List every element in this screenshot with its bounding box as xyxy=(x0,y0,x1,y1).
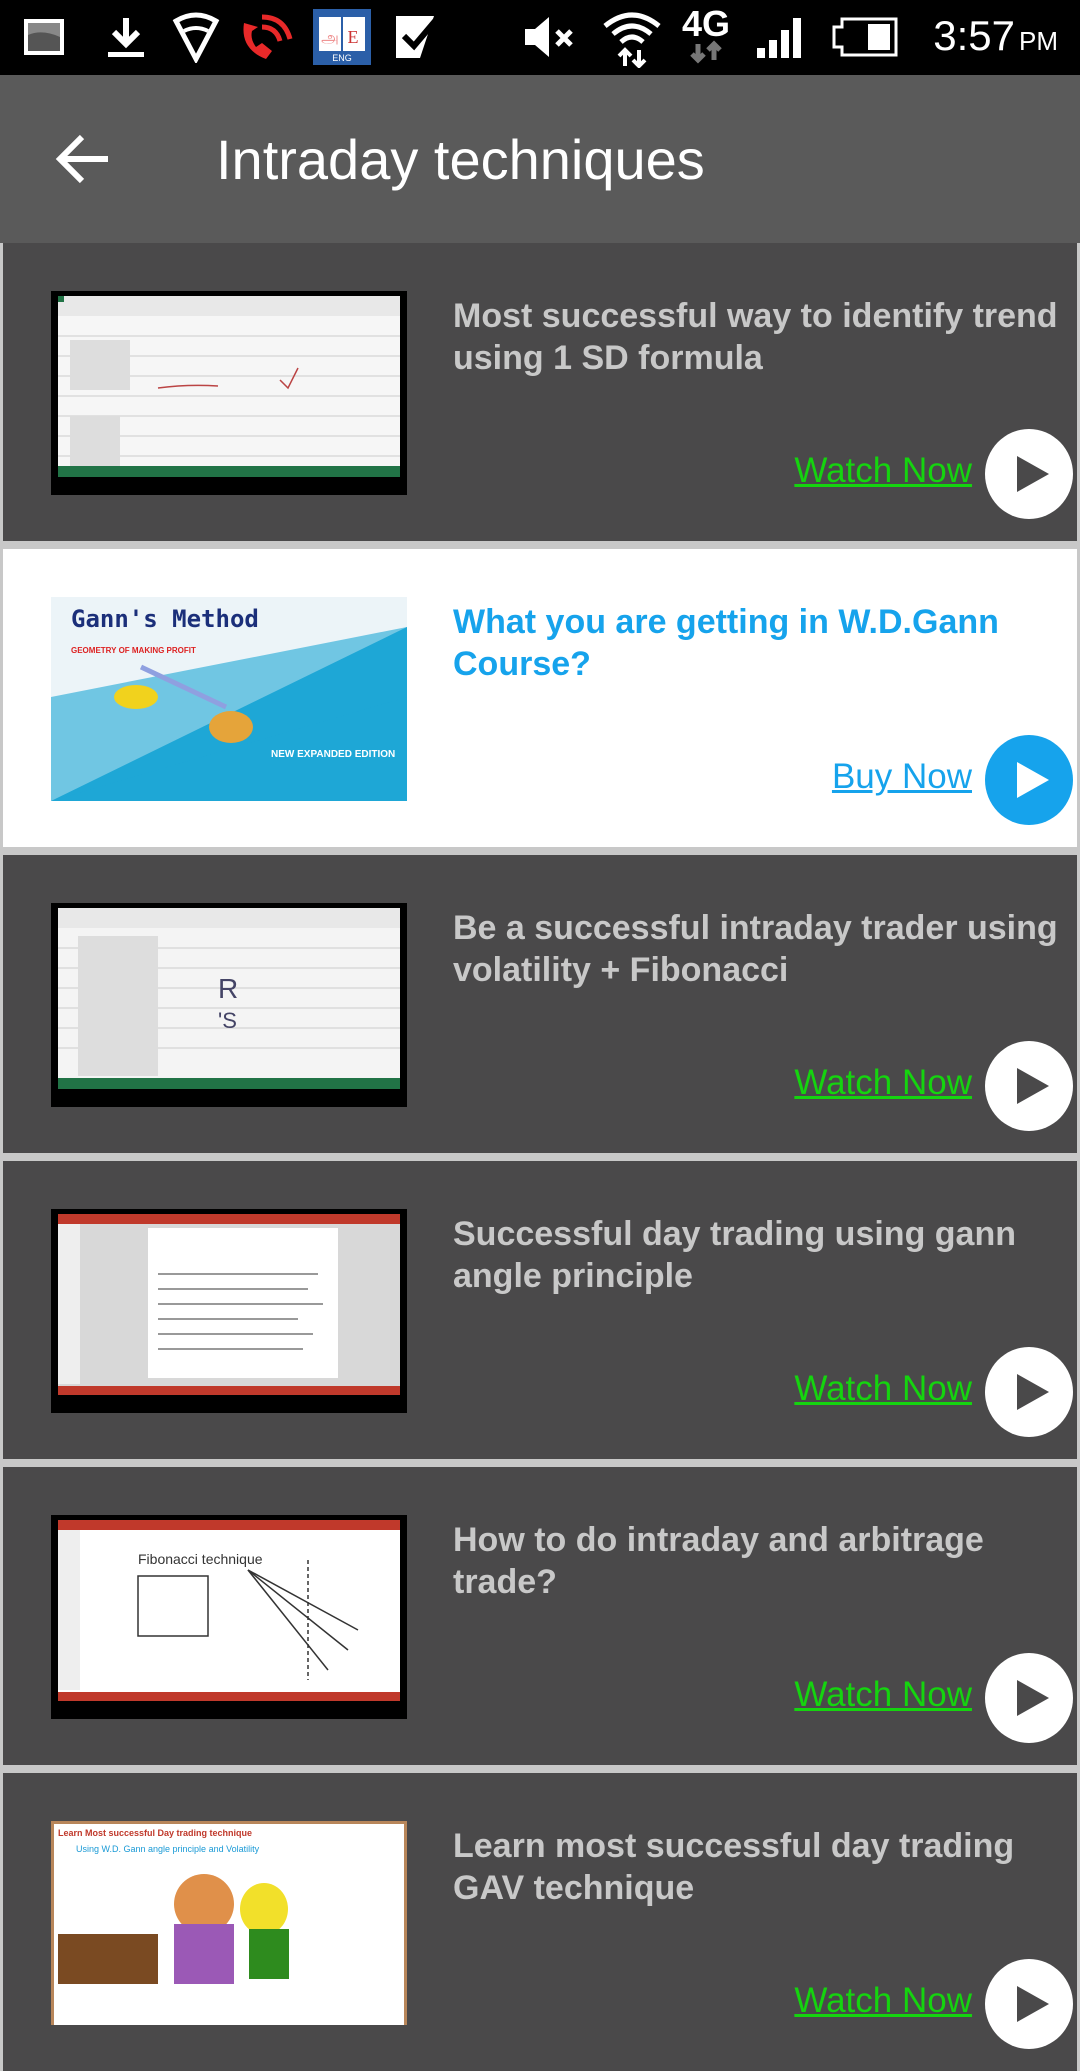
svg-text:R: R xyxy=(218,973,238,1004)
battery-icon xyxy=(830,14,900,60)
list-item[interactable]: Fibonacci technique How to do intraday a… xyxy=(3,1467,1077,1765)
play-icon xyxy=(1017,1680,1049,1716)
item-title[interactable]: How to do intraday and arbitrage trade? xyxy=(453,1519,1063,1603)
svg-text:GEOMETRY OF MAKING PROFIT: GEOMETRY OF MAKING PROFIT xyxy=(71,646,196,655)
svg-text:Gann's Method: Gann's Method xyxy=(71,605,259,633)
video-thumbnail[interactable] xyxy=(51,291,407,495)
4g-icon: 4G xyxy=(672,4,740,68)
vpn-shield-icon xyxy=(168,12,224,63)
play-icon xyxy=(1017,762,1049,798)
svg-text:NEW EXPANDED EDITION: NEW EXPANDED EDITION xyxy=(271,749,395,760)
watch-now-link[interactable]: Watch Now xyxy=(794,451,972,491)
svg-text:4G: 4G xyxy=(682,4,730,44)
page-title: Intraday techniques xyxy=(216,128,705,191)
svg-text:அ: அ xyxy=(321,30,339,47)
app-bar: Intraday techniques xyxy=(0,75,1080,243)
list-item[interactable]: Successful day trading using gann angle … xyxy=(3,1161,1077,1459)
arrow-left-icon xyxy=(55,134,108,184)
item-title[interactable]: Most successful way to identify trend us… xyxy=(453,295,1063,379)
list-item[interactable]: Gann's Method GEOMETRY OF MAKING PROFIT … xyxy=(3,549,1077,847)
video-thumbnail[interactable]: Fibonacci technique xyxy=(51,1515,407,1719)
dictionary-app-icon: E அ ENG xyxy=(312,9,372,65)
play-icon xyxy=(1017,1986,1049,2022)
item-title[interactable]: Successful day trading using gann angle … xyxy=(453,1213,1063,1297)
status-bar: E அ ENG 4G 3:57 PM xyxy=(0,0,1080,75)
svg-text:Using W.D. Gann angle principl: Using W.D. Gann angle principle and Vola… xyxy=(76,1844,260,1854)
back-button[interactable] xyxy=(52,127,116,191)
watch-now-link[interactable]: Watch Now xyxy=(794,1981,972,2021)
play-button[interactable] xyxy=(985,429,1073,519)
play-button[interactable] xyxy=(985,1959,1073,2049)
play-button[interactable] xyxy=(985,1041,1073,1131)
item-title[interactable]: What you are getting in W.D.Gann Course? xyxy=(453,601,1063,685)
watch-now-link[interactable]: Watch Now xyxy=(794,1675,972,1715)
play-button[interactable] xyxy=(985,735,1073,825)
download-icon xyxy=(102,14,150,60)
buy-now-link[interactable]: Buy Now xyxy=(832,757,972,797)
video-thumbnail[interactable] xyxy=(51,1209,407,1413)
watch-now-link[interactable]: Watch Now xyxy=(794,1063,972,1103)
play-icon xyxy=(1017,1374,1049,1410)
clock: 3:57 PM xyxy=(933,12,1058,59)
mute-icon xyxy=(520,14,580,60)
play-button[interactable] xyxy=(985,1653,1073,1743)
illustration-thumbnail[interactable]: Learn Most successful Day trading techni… xyxy=(51,1821,407,2025)
list-item[interactable]: Learn Most successful Day trading techni… xyxy=(3,1773,1077,2071)
checkmark-app-icon xyxy=(392,14,442,60)
item-title[interactable]: Learn most successful day trading GAV te… xyxy=(453,1825,1063,1909)
video-thumbnail[interactable]: R 'S xyxy=(51,903,407,1107)
svg-text:Learn Most successful Day trad: Learn Most successful Day trading techni… xyxy=(58,1828,252,1838)
signal-icon xyxy=(752,14,812,60)
play-button[interactable] xyxy=(985,1347,1073,1437)
svg-text:Fibonacci technique: Fibonacci technique xyxy=(138,1551,263,1567)
play-icon xyxy=(1017,1068,1049,1104)
list-item[interactable]: R 'S Be a successful intraday trader usin… xyxy=(3,855,1077,1153)
svg-text:ENG: ENG xyxy=(332,53,352,63)
item-title[interactable]: Be a successful intraday trader using vo… xyxy=(453,907,1063,991)
svg-text:E: E xyxy=(348,27,359,47)
book-cover-thumbnail[interactable]: Gann's Method GEOMETRY OF MAKING PROFIT … xyxy=(51,597,407,801)
svg-text:'S: 'S xyxy=(218,1008,237,1033)
list-item[interactable]: Most successful way to identify trend us… xyxy=(3,243,1077,541)
wifi-icon xyxy=(600,8,664,68)
gallery-icon xyxy=(20,14,68,60)
play-icon xyxy=(1017,456,1049,492)
missed-wifi-call-icon xyxy=(236,14,296,60)
watch-now-link[interactable]: Watch Now xyxy=(794,1369,972,1409)
